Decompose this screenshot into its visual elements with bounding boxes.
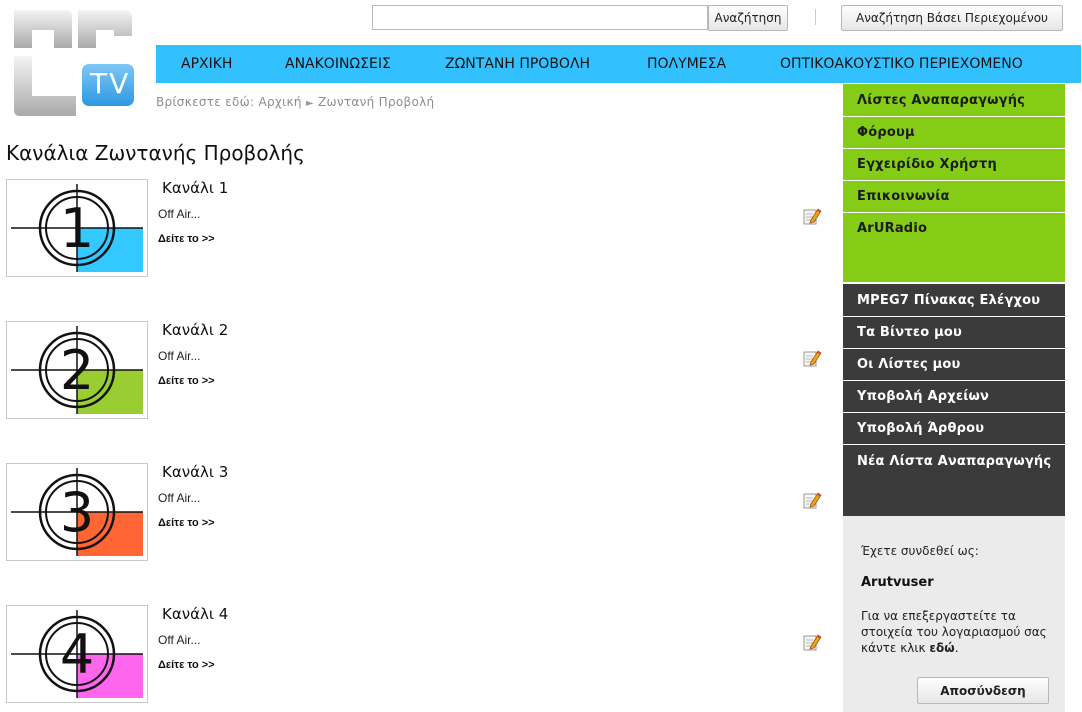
channel-item: 3 Κανάλι 3 Off Air... Δείτε το >>: [6, 463, 826, 561]
edit-icon[interactable]: [802, 348, 822, 368]
breadcrumb-prefix: Βρίσκεστε εδώ:: [156, 95, 255, 109]
countdown-leader-icon: 1: [11, 184, 143, 272]
channel-number: 3: [60, 481, 94, 544]
header-separator: [815, 9, 816, 25]
breadcrumb-current: Ζωντανή Προβολή: [318, 95, 435, 109]
sidebar-item-playlists[interactable]: Λίστες Αναπαραγωγής: [843, 84, 1065, 117]
breadcrumb-arrow-icon: ►: [305, 98, 314, 109]
account-edit-text: Για να επεξεργαστείτε τα στοιχεία του λο…: [861, 608, 1057, 656]
channel-name[interactable]: Κανάλι 3: [162, 463, 228, 481]
search-button[interactable]: Αναζήτηση: [708, 5, 788, 31]
channel-thumbnail[interactable]: 4: [6, 605, 148, 703]
logo-graphic: [14, 10, 134, 116]
sidebar-item-my-videos[interactable]: Τα Βίντεο μου: [843, 317, 1065, 349]
channel-status: Off Air...: [158, 349, 201, 363]
sidebar-item-mpeg7-dashboard[interactable]: MPEG7 Πίνακας Ελέγχου: [843, 284, 1065, 317]
channel-status: Off Air...: [158, 633, 201, 647]
breadcrumb: Βρίσκεστε εδώ: Αρχική ► Ζωντανή Προβολή: [156, 95, 434, 109]
nav-item-multimedia[interactable]: ΠΟΛΥΜΕΣΑ: [647, 45, 726, 83]
channel-number: 2: [60, 339, 94, 402]
channel-status: Off Air...: [158, 207, 201, 221]
countdown-leader-icon: 2: [11, 326, 143, 414]
main-nav: ΑΡΧΙΚΗ ΑΝΑΚΟΙΝΩΣΕΙΣ ΖΩΝΤΑΝΗ ΠΡΟΒΟΛΗ ΠΟΛΥ…: [156, 45, 1081, 83]
page-title: Κανάλια Ζωντανής Προβολής: [6, 141, 305, 165]
channel-name[interactable]: Κανάλι 4: [162, 605, 228, 623]
username: Arutvuser: [861, 575, 934, 590]
channel-thumbnail[interactable]: 1: [6, 179, 148, 277]
channel-thumbnail[interactable]: 3: [6, 463, 148, 561]
countdown-leader-icon: 3: [11, 468, 143, 556]
logo-tv-text: TV: [90, 67, 131, 100]
sidebar-item-my-lists[interactable]: Οι Λίστες μου: [843, 349, 1065, 381]
channel-item: 1 Κανάλι 1 Off Air... Δείτε το >>: [6, 179, 826, 277]
countdown-leader-icon: 4: [11, 610, 143, 698]
watch-link[interactable]: Δείτε το >>: [158, 233, 215, 245]
nav-item-audiovisual[interactable]: ΟΠΤΙΚΟΑΚΟΥΣΤΙΚΟ ΠΕΡΙΕΧΟΜΕΝΟ: [780, 45, 1023, 83]
logout-button[interactable]: Αποσύνδεση: [917, 677, 1049, 704]
channel-number: 4: [60, 623, 94, 686]
nav-item-live[interactable]: ΖΩΝΤΑΝΗ ΠΡΟΒΟΛΗ: [445, 45, 590, 83]
channel-status: Off Air...: [158, 491, 201, 505]
sidebar-item-forum[interactable]: Φόρουμ: [843, 117, 1065, 149]
breadcrumb-home[interactable]: Αρχική: [258, 95, 301, 109]
site-logo[interactable]: TV: [6, 4, 148, 120]
sidebar-item-contact[interactable]: Επικοινωνία: [843, 181, 1065, 213]
sidebar-item-aruradio[interactable]: ArURadio: [843, 213, 1065, 283]
sidebar-item-upload-files[interactable]: Υποβολή Αρχείων: [843, 381, 1065, 413]
channel-number: 1: [60, 197, 94, 260]
watch-link[interactable]: Δείτε το >>: [158, 659, 215, 671]
sidebar-item-new-playlist[interactable]: Νέα Λίστα Αναπαραγωγής: [843, 445, 1065, 516]
sidebar-item-submit-article[interactable]: Υποβολή Άρθρου: [843, 413, 1065, 445]
channel-thumbnail[interactable]: 2: [6, 321, 148, 419]
sidebar-item-user-manual[interactable]: Εγχειρίδιο Χρήστη: [843, 149, 1065, 181]
channel-name[interactable]: Κανάλι 2: [162, 321, 228, 339]
channel-item: 2 Κανάλι 2 Off Air... Δείτε το >>: [6, 321, 826, 419]
logged-in-label: Έχετε συνδεθεί ως:: [861, 544, 979, 558]
watch-link[interactable]: Δείτε το >>: [158, 517, 215, 529]
edit-icon[interactable]: [802, 632, 822, 652]
content-search-button[interactable]: Αναζήτηση Βάσει Περιεχομένου: [841, 5, 1063, 31]
login-panel: Έχετε συνδεθεί ως: Arutvuser Για να επεξ…: [843, 516, 1065, 712]
channel-item: 4 Κανάλι 4 Off Air... Δείτε το >>: [6, 605, 826, 703]
edit-icon[interactable]: [802, 206, 822, 226]
search-input[interactable]: [372, 5, 708, 30]
watch-link[interactable]: Δείτε το >>: [158, 375, 215, 387]
nav-item-home[interactable]: ΑΡΧΙΚΗ: [181, 45, 232, 83]
channel-name[interactable]: Κανάλι 1: [162, 179, 228, 197]
nav-item-announcements[interactable]: ΑΝΑΚΟΙΝΩΣΕΙΣ: [285, 45, 391, 83]
edit-icon[interactable]: [802, 490, 822, 510]
account-edit-link[interactable]: εδώ: [929, 641, 954, 655]
account-edit-text-after: .: [954, 641, 959, 655]
